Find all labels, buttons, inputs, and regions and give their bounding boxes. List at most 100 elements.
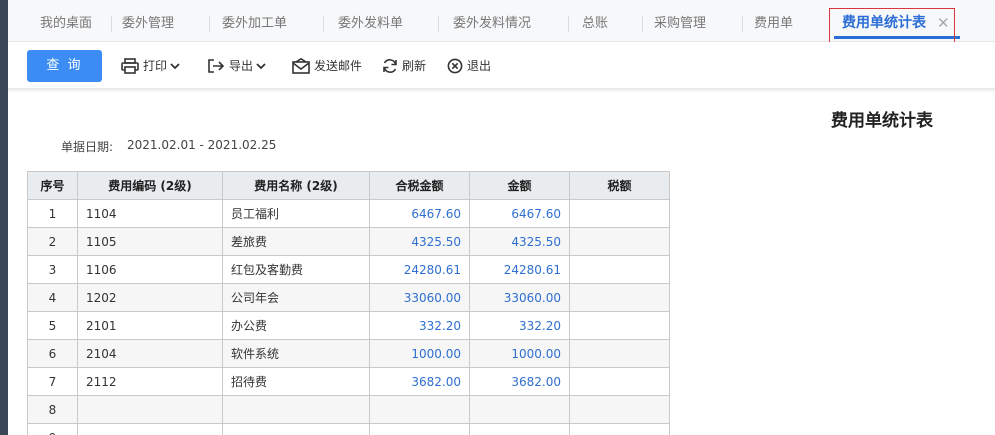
cell-no: 4: [27, 283, 78, 312]
cell-code: 1105: [77, 227, 223, 256]
cell-no: 6: [27, 339, 78, 368]
cell-code: 1202: [77, 283, 223, 312]
chevron-down-icon: [256, 63, 266, 70]
cell-tax: [569, 311, 670, 340]
tab-outsource-issue[interactable]: 委外发料单: [338, 14, 403, 34]
table-row[interactable]: 7 2112 招待费 3682.00 3682.00: [27, 367, 670, 396]
cell-no: 9: [27, 423, 78, 435]
tab-general-ledger[interactable]: 总账: [582, 14, 608, 34]
cell-taxed-amount: [369, 423, 470, 435]
mail-icon: [292, 58, 310, 74]
cell-taxed-amount: 24280.61: [369, 255, 470, 284]
cell-amount: [469, 395, 570, 424]
cell-code: [77, 395, 223, 424]
report-title: 费用单统计表: [831, 111, 933, 131]
column-header[interactable]: 费用编码 (2级): [77, 171, 223, 200]
cell-amount: 4325.50: [469, 227, 570, 256]
cell-code: [77, 423, 223, 435]
cell-no: 1: [27, 199, 78, 228]
cell-taxed-amount: [369, 395, 470, 424]
app-window: 我的桌面 委外管理 委外加工单 委外发料单 委外发料情况 总账 采购管理 费用单…: [8, 0, 995, 435]
tab-separator: [742, 16, 743, 32]
table-row[interactable]: 2 1105 差旅费 4325.50 4325.50: [27, 227, 670, 256]
tab-outsourcing[interactable]: 委外管理: [122, 14, 174, 34]
column-header[interactable]: 序号: [27, 171, 78, 200]
table-row[interactable]: 6 2104 软件系统 1000.00 1000.00: [27, 339, 670, 368]
cell-amount: [469, 423, 570, 435]
cell-name: 红包及客勤费: [222, 255, 370, 284]
cell-taxed-amount: 33060.00: [369, 283, 470, 312]
close-circle-icon: [447, 58, 463, 74]
cell-name: 员工福利: [222, 199, 370, 228]
table-row[interactable]: 3 1106 红包及客勤费 24280.61 24280.61: [27, 255, 670, 284]
cell-code: 2112: [77, 367, 223, 396]
cell-taxed-amount: 3682.00: [369, 367, 470, 396]
cell-name: 招待费: [222, 367, 370, 396]
refresh-label: 刷新: [402, 59, 427, 73]
cell-taxed-amount: 332.20: [369, 311, 470, 340]
tab-outsource-order[interactable]: 委外加工单: [222, 14, 287, 34]
table-row[interactable]: 8: [27, 395, 670, 424]
tab-desktop[interactable]: 我的桌面: [40, 14, 92, 34]
cell-tax: [569, 339, 670, 368]
date-label: 单据日期:: [61, 140, 114, 154]
tab-expense-bill[interactable]: 费用单: [754, 14, 793, 34]
table-row[interactable]: 5 2101 办公费 332.20 332.20: [27, 311, 670, 340]
cell-amount: 3682.00: [469, 367, 570, 396]
table-row[interactable]: 9: [27, 423, 670, 435]
cell-code: 1104: [77, 199, 223, 228]
tab-separator: [209, 16, 210, 32]
refresh-button[interactable]: 刷新: [382, 56, 426, 76]
cell-code: 2104: [77, 339, 223, 368]
expense-statistics-table: 序号 费用编码 (2级) 费用名称 (2级) 合税金额 金额 税额 1 1104…: [27, 171, 670, 435]
table-header-row: 序号 费用编码 (2级) 费用名称 (2级) 合税金额 金额 税额: [27, 171, 670, 200]
print-label: 打印: [143, 59, 168, 73]
cell-name: [222, 395, 370, 424]
query-button[interactable]: 查 询: [27, 50, 102, 82]
cell-amount: 6467.60: [469, 199, 570, 228]
cell-taxed-amount: 4325.50: [369, 227, 470, 256]
column-header[interactable]: 税额: [569, 171, 670, 200]
tab-purchase[interactable]: 采购管理: [654, 14, 706, 34]
export-label: 导出: [229, 59, 254, 73]
cell-amount: 33060.00: [469, 283, 570, 312]
cell-name: [222, 423, 370, 435]
column-header[interactable]: 合税金额: [369, 171, 470, 200]
column-header[interactable]: 费用名称 (2级): [222, 171, 370, 200]
cell-no: 7: [27, 367, 78, 396]
toolbar-divider: [8, 88, 995, 92]
table-row[interactable]: 1 1104 员工福利 6467.60 6467.60: [27, 199, 670, 228]
cell-name: 公司年会: [222, 283, 370, 312]
cell-tax: [569, 199, 670, 228]
tab-separator: [111, 16, 112, 32]
cell-no: 2: [27, 227, 78, 256]
send-email-button[interactable]: 发送邮件: [292, 56, 362, 76]
column-header[interactable]: 金额: [469, 171, 570, 200]
tab-separator: [642, 16, 643, 32]
toolbar: 查 询 打印 导出 发送邮件 刷新 退出: [8, 42, 995, 90]
tab-outsource-issue-status[interactable]: 委外发料情况: [453, 14, 531, 34]
tab-separator: [438, 16, 439, 32]
table-row[interactable]: 4 1202 公司年会 33060.00 33060.00: [27, 283, 670, 312]
cell-amount: 24280.61: [469, 255, 570, 284]
cell-taxed-amount: 1000.00: [369, 339, 470, 368]
cell-no: 8: [27, 395, 78, 424]
cell-no: 3: [27, 255, 78, 284]
exit-label: 退出: [467, 59, 492, 73]
print-button[interactable]: 打印: [121, 56, 184, 76]
exit-button[interactable]: 退出: [447, 56, 491, 76]
cell-amount: 1000.00: [469, 339, 570, 368]
cell-tax: [569, 255, 670, 284]
tab-bar: 我的桌面 委外管理 委外加工单 委外发料单 委外发料情况 总账 采购管理 费用单…: [8, 0, 995, 53]
cell-tax: [569, 227, 670, 256]
cell-tax: [569, 283, 670, 312]
cell-tax: [569, 423, 670, 435]
printer-icon: [121, 58, 139, 74]
cell-name: 办公费: [222, 311, 370, 340]
cell-name: 差旅费: [222, 227, 370, 256]
cell-code: 1106: [77, 255, 223, 284]
chevron-down-icon: [170, 63, 180, 70]
cell-tax: [569, 395, 670, 424]
export-button[interactable]: 导出: [207, 56, 270, 76]
cell-tax: [569, 367, 670, 396]
